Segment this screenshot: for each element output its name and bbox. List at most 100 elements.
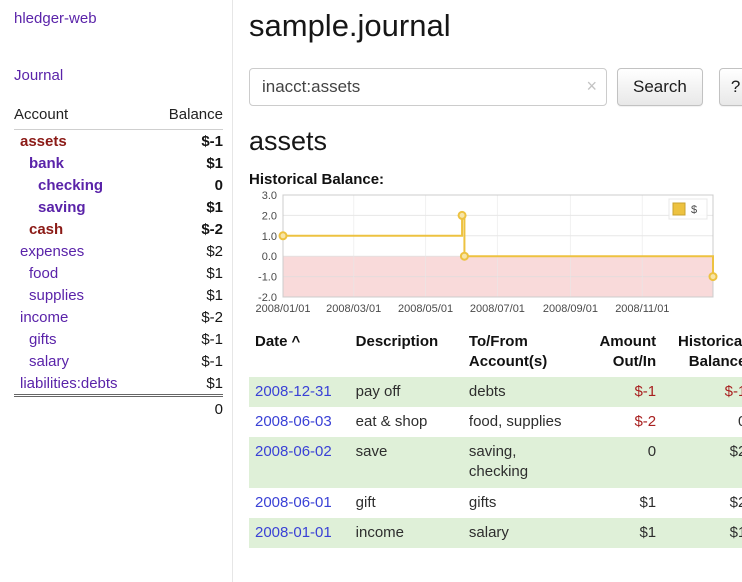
journal-link[interactable]: Journal [14, 67, 63, 84]
register-row: 2008-06-02savesaving, checking0$2 [249, 437, 742, 488]
account-row: food$1 [14, 262, 223, 284]
accounts-header-account: Account [14, 104, 151, 130]
account-row: cash $-2 [14, 218, 223, 240]
account-balance-cell: $1 [151, 196, 223, 218]
account-balance-cell: $-1 [151, 130, 223, 153]
y-tick-label: -1.0 [258, 272, 277, 284]
register-accounts-cell: gifts [463, 488, 580, 518]
account-row: liabilities:debts$1 [14, 372, 223, 396]
account-row: supplies$1 [14, 284, 223, 306]
balance-header-line2: Balance [668, 352, 742, 372]
register-header-description: Description [350, 328, 463, 377]
register-date-link[interactable]: 2008-06-02 [255, 443, 332, 460]
account-balance-cell: 0 [151, 174, 223, 196]
register-balance-cell: $1 [662, 518, 742, 548]
search-input[interactable] [249, 68, 607, 106]
account-link[interactable]: bank [29, 155, 64, 172]
x-tick-label: 2008/07/01 [470, 303, 525, 315]
register-description-cell: pay off [350, 377, 463, 407]
page-title: sample.journal [249, 8, 742, 44]
register-balance-cell: $2 [662, 488, 742, 518]
clear-search-icon[interactable]: × [586, 76, 597, 96]
x-tick-label: 2008/11/01 [615, 303, 669, 315]
account-balance-cell: $1 [151, 152, 223, 174]
register-row: 2008-01-01incomesalary$1$1 [249, 518, 742, 548]
account-balance-cell: $-1 [151, 328, 223, 350]
register-accounts-cell: debts [463, 377, 580, 407]
account-link[interactable]: saving [38, 199, 86, 216]
register-header-accounts: To/From Account(s) [463, 328, 580, 377]
account-name-cell: assets [14, 130, 151, 153]
account-link[interactable]: gifts [29, 331, 57, 348]
account-link[interactable]: cash [29, 221, 63, 238]
register-description-cell: eat & shop [350, 407, 463, 437]
register-amount-cell: $1 [580, 488, 662, 518]
account-name-cell: food [14, 262, 151, 284]
data-point-marker [459, 212, 466, 219]
account-name-cell: cash [14, 218, 151, 240]
accounts-table: Account Balance assets$-1bank$1checking0… [14, 104, 223, 421]
account-heading: assets [249, 126, 742, 157]
register-date-link[interactable]: 2008-06-03 [255, 413, 332, 430]
register-balance-cell: $2 [662, 437, 742, 488]
register-row: 2008-06-03 eat & shopfood, supplies$-20 [249, 407, 742, 437]
account-name-cell: checking [14, 174, 151, 196]
account-link[interactable]: salary [29, 353, 69, 370]
register-row: 2008-06-01giftgifts$1$2 [249, 488, 742, 518]
register-date-cell: 2008-06-02 [249, 437, 350, 488]
search-button[interactable]: Search [617, 68, 703, 106]
balance-chart: 3.02.01.00.0-1.0-2.02008/01/012008/03/01… [249, 190, 742, 320]
register-date-cell: 2008-01-01 [249, 518, 350, 548]
account-name-cell: expenses [14, 240, 151, 262]
accounts-total-row: 0 [14, 396, 223, 421]
register-accounts-cell: saving, checking [463, 437, 580, 488]
account-link[interactable]: food [29, 265, 58, 282]
account-name-cell: bank [14, 152, 151, 174]
balance-chart-svg: 3.02.01.00.0-1.0-2.02008/01/012008/03/01… [249, 190, 721, 320]
register-balance-cell: 0 [662, 407, 742, 437]
account-link[interactable]: liabilities:debts [20, 375, 118, 392]
register-description-cell: save [350, 437, 463, 488]
register-table-body: 2008-12-31pay offdebts$-1$-12008-06-03ea… [249, 377, 742, 549]
account-link[interactable]: expenses [20, 243, 84, 260]
account-link[interactable]: checking [38, 177, 103, 194]
account-balance-cell: $-1 [151, 350, 223, 372]
accounts-table-body: assets $-1 bank $1 checking 0 saving $1 cash $-2 e… [14, 130, 223, 396]
account-row: gifts $-1 [14, 328, 223, 350]
account-link[interactable]: assets [20, 133, 67, 150]
account-row: assets $-1 [14, 130, 223, 153]
register-accounts-cell: food, supplies [463, 407, 580, 437]
sort-ascending-icon: ^ [292, 333, 301, 350]
register-row: 2008-12-31pay offdebts$-1$-1 [249, 377, 742, 407]
account-row: salary $-1 [14, 350, 223, 372]
account-link[interactable]: income [20, 309, 68, 326]
app-window: hledger-web Journal Account Balance asse… [0, 0, 742, 582]
register-date-link[interactable]: 2008-12-31 [255, 383, 332, 400]
account-name-cell: gifts [14, 328, 151, 350]
register-balance-cell: $-1 [662, 377, 742, 407]
register-date-link[interactable]: 2008-06-01 [255, 494, 332, 511]
register-date-cell: 2008-06-03 [249, 407, 350, 437]
register-date-link[interactable]: 2008-01-01 [255, 524, 332, 541]
register-amount-cell: $1 [580, 518, 662, 548]
account-name-cell: supplies [14, 284, 151, 306]
amount-header-line1: Amount [586, 332, 656, 352]
register-header-date[interactable]: Date^ [249, 328, 350, 377]
account-balance-cell: $2 [151, 240, 223, 262]
search-form: × Search ? [249, 68, 742, 106]
account-row: bank $1 [14, 152, 223, 174]
register-header-balance: Historical Balance [662, 328, 742, 377]
y-tick-label: 1.0 [262, 231, 277, 243]
account-link[interactable]: supplies [29, 287, 84, 304]
main-content: sample.journal × Search ? assets Histori… [233, 0, 742, 582]
register-amount-cell: $-1 [580, 377, 662, 407]
brand-link[interactable]: hledger-web [14, 10, 97, 27]
account-balance-cell: $-2 [151, 218, 223, 240]
register-amount-cell: $-2 [580, 407, 662, 437]
help-button[interactable]: ? [719, 68, 742, 106]
register-date-cell: 2008-06-01 [249, 488, 350, 518]
date-header-label: Date [255, 333, 288, 350]
search-box: × [249, 68, 607, 106]
accounts-header-line1: To/From [469, 332, 574, 352]
balance-header-line1: Historical [668, 332, 742, 352]
